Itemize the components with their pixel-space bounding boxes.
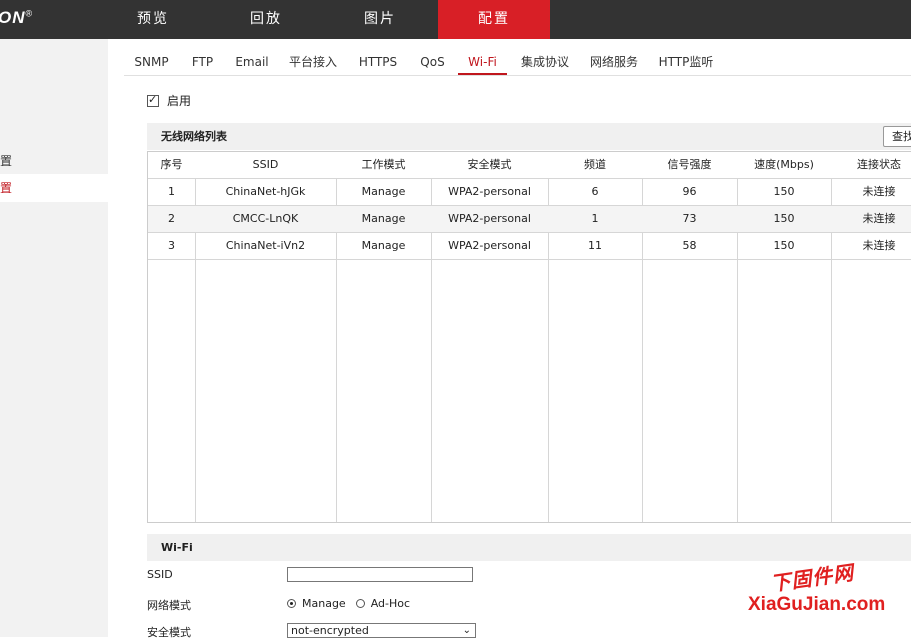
radio-manage[interactable]	[287, 599, 296, 608]
watermark-text-cn: 下固件网	[768, 560, 856, 596]
col-header-status: 连接状态	[857, 158, 901, 171]
sidebar: 置 置	[0, 39, 108, 637]
cell-status: 未连接	[862, 212, 896, 225]
top-bar: ON® 预览 回放 图片 配置	[0, 0, 911, 39]
cell-index: 1	[168, 185, 175, 198]
tab-http-listening[interactable]: HTTP监听	[655, 50, 717, 75]
enable-checkbox[interactable]	[147, 93, 159, 107]
security-mode-label: 安全模式	[147, 626, 191, 639]
tab-snmp[interactable]: SNMP	[124, 50, 179, 75]
cell-speed: 150	[773, 185, 795, 198]
cell-speed: 150	[773, 212, 795, 225]
radio-manage-label: Manage	[302, 597, 346, 610]
cell-signal: 96	[682, 185, 697, 198]
cell-status: 未连接	[862, 239, 896, 252]
tab-network-service[interactable]: 网络服务	[585, 50, 643, 75]
cell-channel: 1	[591, 212, 599, 225]
wifi-list-header: 无线网络列表	[147, 123, 911, 150]
sidebar-item-2[interactable]: 置	[0, 174, 108, 202]
wifi-section-title: Wi-Fi	[161, 541, 193, 554]
tab-email[interactable]: Email	[232, 50, 272, 75]
sidebar-item-1[interactable]: 置	[0, 147, 108, 175]
tab-platform-access[interactable]: 平台接入	[284, 50, 342, 75]
table-row[interactable]: 3 ChinaNet-iVn2 Manage WPA2-personal 11 …	[148, 233, 911, 260]
cell-signal: 73	[682, 212, 697, 225]
tab-integration-protocol[interactable]: 集成协议	[516, 50, 574, 75]
cell-ssid: ChinaNet-hJGk	[225, 185, 306, 198]
table-row[interactable]: 2 CMCC-LnQK Manage WPA2-personal 1 73 15…	[148, 206, 911, 233]
watermark-text-url: XiaGuJian.com	[748, 594, 886, 615]
col-header-work-mode: 工作模式	[361, 158, 406, 171]
config-tabs: SNMP FTP Email 平台接入 HTTPS QoS Wi-Fi 集成协议…	[124, 50, 911, 76]
cell-work-mode: Manage	[361, 212, 406, 225]
tab-wifi[interactable]: Wi-Fi	[458, 50, 507, 75]
cell-channel: 11	[588, 239, 602, 252]
nav-picture[interactable]: 图片	[324, 0, 436, 39]
cell-security-mode: WPA2-personal	[448, 212, 531, 225]
brand-logo: ON®	[0, 8, 33, 28]
tab-https[interactable]: HTTPS	[352, 50, 404, 75]
cell-status: 未连接	[862, 185, 896, 198]
search-button[interactable]: 查找	[883, 126, 911, 147]
wifi-list-title: 无线网络列表	[161, 130, 227, 143]
wifi-section-header: Wi-Fi	[147, 534, 911, 561]
cell-ssid: CMCC-LnQK	[232, 212, 299, 225]
enable-label: 启用	[167, 94, 192, 108]
radio-ad-hoc-label: Ad-Hoc	[370, 597, 411, 610]
nav-playback[interactable]: 回放	[210, 0, 322, 39]
security-mode-value: not-encrypted	[291, 624, 369, 637]
tab-ftp[interactable]: FTP	[185, 50, 220, 75]
nav-preview[interactable]: 预览	[97, 0, 209, 39]
table-row[interactable]: 1 ChinaNet-hJGk Manage WPA2-personal 6 9…	[148, 179, 911, 206]
col-header-speed: 速度(Mbps)	[754, 158, 814, 171]
cell-speed: 150	[773, 239, 795, 252]
cell-index: 3	[168, 239, 175, 252]
cell-work-mode: Manage	[361, 239, 406, 252]
col-header-signal: 信号强度	[667, 158, 712, 171]
logo-text: ON	[0, 8, 26, 27]
chevron-down-icon: ⌄	[462, 625, 471, 636]
col-header-channel: 频道	[584, 158, 606, 171]
table-header-row: 序号 SSID 工作模式 安全模式 频道 信号强度 速度(Mbps) 连接状态	[148, 152, 911, 179]
col-header-index: 序号	[160, 158, 183, 171]
security-mode-select[interactable]: not-encrypted ⌄	[287, 623, 476, 638]
ssid-input[interactable]	[287, 567, 473, 582]
reg-mark: ®	[25, 8, 34, 19]
cell-work-mode: Manage	[361, 185, 406, 198]
nav-configuration[interactable]: 配置	[438, 0, 550, 39]
cell-channel: 6	[591, 185, 599, 198]
cell-security-mode: WPA2-personal	[448, 185, 531, 198]
radio-ad-hoc[interactable]	[355, 599, 365, 608]
col-header-ssid: SSID	[252, 158, 279, 171]
cell-ssid: ChinaNet-iVn2	[225, 239, 306, 252]
cell-index: 2	[168, 212, 175, 225]
cell-security-mode: WPA2-personal	[448, 239, 531, 252]
network-mode-label: 网络模式	[147, 599, 191, 612]
enable-row: 启用	[147, 92, 191, 109]
ssid-label: SSID	[147, 568, 173, 581]
wifi-network-table: 序号 SSID 工作模式 安全模式 频道 信号强度 速度(Mbps) 连接状态 …	[147, 151, 911, 523]
network-mode-radio-group: Manage Ad-Hoc	[287, 597, 410, 610]
cell-signal: 58	[682, 239, 697, 252]
col-header-security-mode: 安全模式	[467, 158, 512, 171]
tab-qos[interactable]: QoS	[414, 50, 451, 75]
